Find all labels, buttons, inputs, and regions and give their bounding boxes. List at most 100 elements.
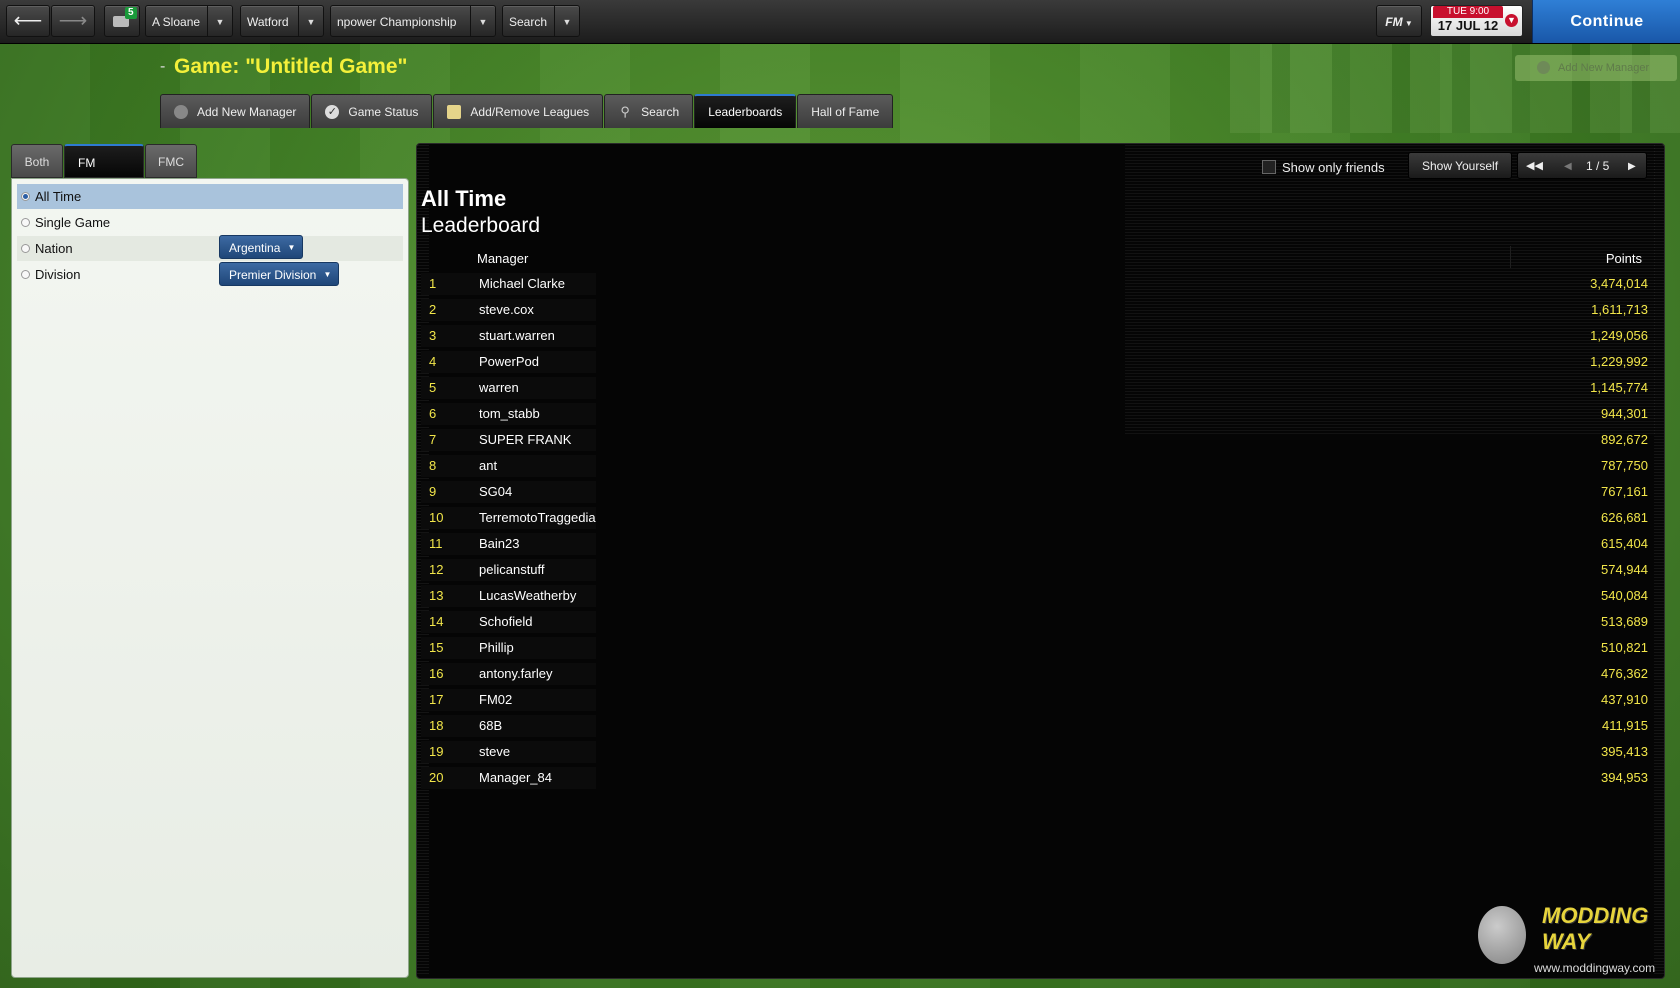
prev-page-icon[interactable]: ◀ [1564,153,1572,180]
table-row[interactable]: 3 stuart.warren 1,249,056 [421,324,1656,348]
first-page-icon[interactable]: ◀◀ [1526,153,1543,180]
manager-cell[interactable]: stuart.warren [479,324,555,348]
manager-cell[interactable]: Manager_84 [479,766,552,790]
chevron-down-icon[interactable]: ▼ [207,6,232,36]
chevron-down-icon[interactable]: ▼ [470,6,495,36]
table-row[interactable]: 13 LucasWeatherby 540,084 [421,584,1656,608]
subtab-fmc[interactable]: FMC [145,144,197,178]
back-button[interactable]: ⟵ [6,5,50,37]
tab-hall-of-fame[interactable]: Hall of Fame [797,94,894,128]
rank-cell: 8 [429,458,437,473]
manager-cell[interactable]: 68B [479,714,502,738]
table-row[interactable]: 14 Schofield 513,689 [421,610,1656,634]
points-cell: 574,944 [1601,562,1648,577]
table-row[interactable]: 18 68B 411,915 [421,714,1656,738]
manager-cell[interactable]: warren [479,376,519,400]
manager-cell[interactable]: SUPER FRANK [479,428,571,452]
column-header-manager[interactable]: Manager [477,251,528,266]
add-new-manager-top-button[interactable]: Add New Manager [1515,55,1677,81]
continue-button[interactable]: Continue [1532,0,1680,43]
table-row[interactable]: 8 ant 787,750 [421,454,1656,478]
manager-cell[interactable]: steve [479,740,510,764]
manager-cell[interactable]: SG04 [479,480,512,504]
search-menu[interactable]: Search ▼ [502,5,580,37]
points-cell: 787,750 [1601,458,1648,473]
radio-icon[interactable] [21,218,30,227]
points-cell: 892,672 [1601,432,1648,447]
manager-cell[interactable]: FM02 [479,688,512,712]
rank-cell: 18 [429,718,444,733]
table-row[interactable]: 1 Michael Clarke 3,474,014 [421,272,1656,296]
tab-game-status[interactable]: ✓ Game Status [311,94,433,128]
manager-cell[interactable]: pelicanstuff [479,558,545,582]
points-cell: 437,910 [1601,692,1648,707]
tab-add-remove-leagues[interactable]: Add/Remove Leagues [433,94,604,128]
manager-cell[interactable]: steve.cox [479,298,534,322]
fm-menu-button[interactable]: FM ▼ [1376,5,1422,37]
inbox-button[interactable]: 5 [104,5,140,37]
show-only-friends-label: Show only friends [1282,160,1385,175]
manager-cell[interactable]: LucasWeatherby [479,584,576,608]
radio-icon[interactable] [21,244,30,253]
show-only-friends-toggle[interactable]: Show only friends [1262,160,1385,175]
radio-icon[interactable] [21,270,30,279]
table-row[interactable]: 20 Manager_84 394,953 [421,766,1656,790]
nation-dropdown[interactable]: Argentina ▼ [219,235,304,259]
chevron-down-icon[interactable]: ▼ [554,6,579,36]
manager-cell[interactable]: Bain23 [479,532,519,556]
table-row[interactable]: 5 warren 1,145,774 [421,376,1656,400]
tab-add-new-manager[interactable]: Add New Manager [160,94,311,128]
tab-leaderboards[interactable]: Leaderboards [694,94,797,128]
filter-nation[interactable]: Nation [17,236,403,261]
subtab-both[interactable]: Both [11,144,63,178]
table-row[interactable]: 6 tom_stabb 944,301 [421,402,1656,426]
filter-label: Single Game [35,215,111,230]
manager-cell[interactable]: Phillip [479,636,514,660]
chevron-down-icon[interactable]: ▼ [298,6,323,36]
main-tabs: Add New Manager ✓ Game Status Add/Remove… [160,94,894,128]
points-cell: 767,161 [1601,484,1648,499]
table-row[interactable]: 16 antony.farley 476,362 [421,662,1656,686]
date-date: 17 JUL 12 [1437,18,1499,33]
manager-cell[interactable]: PowerPod [479,350,539,374]
manager-cell[interactable]: tom_stabb [479,402,540,426]
manager-cell[interactable]: Schofield [479,610,532,634]
forward-button[interactable]: ⟶ [51,5,95,37]
filter-single-game[interactable]: Single Game [17,210,403,235]
league-label: npower Championship [337,15,457,29]
show-yourself-button[interactable]: Show Yourself [1408,152,1512,179]
manager-menu[interactable]: A Sloane ▼ [145,5,233,37]
table-row[interactable]: 4 PowerPod 1,229,992 [421,350,1656,374]
division-dropdown[interactable]: Premier Division ▼ [219,262,340,286]
club-menu[interactable]: Watford ▼ [240,5,324,37]
table-row[interactable]: 7 SUPER FRANK 892,672 [421,428,1656,452]
table-row[interactable]: 19 steve 395,413 [421,740,1656,764]
column-header-points[interactable]: Points [1606,251,1642,266]
table-row[interactable]: 12 pelicanstuff 574,944 [421,558,1656,582]
table-row[interactable]: 17 FM02 437,910 [421,688,1656,712]
table-row[interactable]: 11 Bain23 615,404 [421,532,1656,556]
date-display[interactable]: TUE 9:00 17 JUL 12 ▼ [1430,5,1523,37]
checkbox-icon[interactable] [1262,160,1276,174]
manager-cell[interactable]: TerremotoTraggedia [479,506,596,530]
rank-cell: 10 [429,510,444,525]
filter-all-time[interactable]: All Time [17,184,403,209]
tab-search[interactable]: ⚲ Search [604,94,694,128]
table-row[interactable]: 10 TerremotoTraggedia 626,681 [421,506,1656,530]
radio-icon[interactable] [21,192,30,201]
table-row[interactable]: 15 Phillip 510,821 [421,636,1656,660]
league-menu[interactable]: npower Championship ▼ [330,5,496,37]
nation-value: Argentina [229,241,281,255]
next-page-icon[interactable]: ▶ [1628,153,1636,180]
subtab-fm[interactable]: FM [64,144,144,178]
filter-division[interactable]: Division [17,262,403,287]
table-row[interactable]: 2 steve.cox 1,611,713 [421,298,1656,322]
check-icon: ✓ [325,104,340,119]
table-row[interactable]: 9 SG04 767,161 [421,480,1656,504]
manager-cell[interactable]: Michael Clarke [479,272,565,296]
header-divider [1510,246,1511,268]
chevron-down-icon[interactable]: ▼ [1505,14,1518,27]
manager-cell[interactable]: ant [479,454,497,478]
add-user-icon [174,104,188,119]
manager-cell[interactable]: antony.farley [479,662,552,686]
